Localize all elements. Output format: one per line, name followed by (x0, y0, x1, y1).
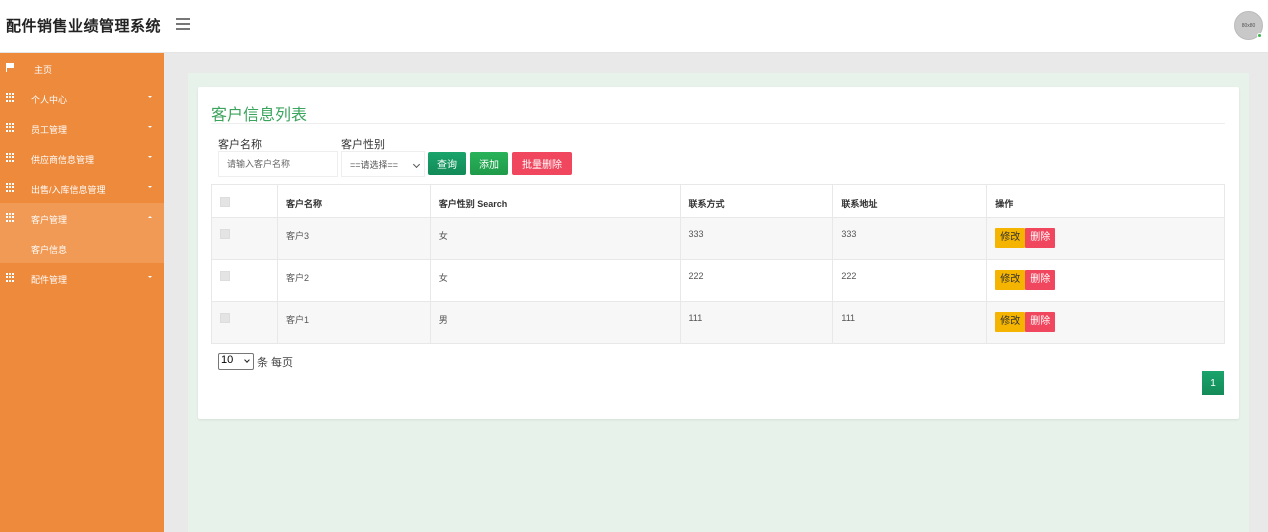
page-size-control: 10 条 每页 (218, 353, 293, 370)
caret-down-icon (148, 96, 152, 98)
row-select-cell (211, 259, 278, 302)
table-row: 客户1 男 111 111 修改 删除 (211, 301, 1225, 344)
cell-name: 客户1 (276, 301, 431, 344)
table-row: 客户3 女 333 333 修改 删除 (211, 217, 1225, 260)
select-all-cell (211, 184, 278, 218)
row-checkbox[interactable] (220, 229, 230, 239)
sidebar-item-employees[interactable]: 员工管理 (0, 113, 164, 143)
hamburger-menu-icon[interactable] (176, 18, 190, 30)
delete-button[interactable]: 删除 (1025, 270, 1056, 290)
sidebar-item-label: 客户管理 (31, 215, 68, 225)
cell-actions: 修改 删除 (986, 217, 1225, 260)
delete-button[interactable]: 删除 (1025, 312, 1056, 332)
avatar-text: 80x80 (1241, 22, 1256, 29)
caret-down-icon (148, 156, 152, 158)
cell-address: 333 (832, 217, 988, 260)
grid-icon (6, 273, 15, 282)
sidebar-item-personal-center[interactable]: 个人中心 (0, 83, 164, 113)
sidebar-item-label: 供应商信息管理 (31, 155, 95, 165)
page-size-value: 10 (221, 354, 234, 366)
gender-select-value: ==请选择== (350, 159, 399, 170)
row-checkbox[interactable] (220, 313, 230, 323)
cell-phone: 111 (679, 301, 834, 344)
customer-list-panel: 客户信息列表 客户名称 客户性别 ==请选择== 查询 添加 批量删除 客户名称… (198, 87, 1239, 419)
sidebar-subitem-customer-info[interactable]: 客户信息 (0, 233, 164, 263)
customer-table: 客户名称 客户性别 Search 联系方式 联系地址 操作 客户3 女 333 … (211, 184, 1225, 344)
cell-actions: 修改 删除 (986, 301, 1225, 344)
cell-name: 客户2 (276, 259, 431, 302)
row-select-cell (211, 217, 278, 260)
grid-icon (6, 153, 15, 162)
cell-phone: 222 (679, 259, 834, 302)
cell-gender: 女 (429, 217, 681, 260)
grid-icon (6, 213, 15, 222)
column-header: 联系地址 (832, 184, 988, 218)
grid-icon (6, 183, 15, 192)
column-header[interactable]: 客户性别 Search (429, 184, 681, 218)
column-header: 联系方式 (679, 184, 834, 218)
sidebar-item-sales-stock[interactable]: 出售/入库信息管理 (0, 173, 164, 203)
sidebar-item-label: 出售/入库信息管理 (31, 185, 106, 195)
grid-icon (6, 123, 15, 132)
row-checkbox[interactable] (220, 271, 230, 281)
edit-button[interactable]: 修改 (995, 270, 1026, 290)
edit-button[interactable]: 修改 (995, 312, 1026, 332)
grid-icon (6, 93, 15, 102)
sidebar-item-home[interactable]: 主页 (0, 53, 164, 83)
caret-up-icon (148, 216, 152, 218)
edit-button[interactable]: 修改 (995, 228, 1026, 248)
online-status-icon (1257, 33, 1262, 38)
table-header-row: 客户名称 客户性别 Search 联系方式 联系地址 操作 (211, 184, 1225, 218)
title-divider (211, 123, 1225, 124)
delete-button[interactable]: 删除 (1025, 228, 1056, 248)
row-select-cell (211, 301, 278, 344)
customer-gender-select[interactable]: ==请选择== (341, 151, 425, 177)
batch-delete-button[interactable]: 批量删除 (512, 152, 572, 175)
sidebar-item-label: 员工管理 (31, 125, 68, 135)
select-all-checkbox[interactable] (220, 197, 230, 207)
page-size-select[interactable]: 10 (218, 353, 254, 370)
chevron-down-icon (412, 160, 421, 169)
page-size-suffix: 条 每页 (257, 356, 294, 369)
chevron-down-icon (244, 357, 250, 363)
caret-down-icon (148, 126, 152, 128)
sidebar-subitem-label: 客户信息 (31, 245, 68, 255)
avatar[interactable]: 80x80 (1234, 11, 1263, 40)
column-header: 客户名称 (276, 184, 431, 218)
sidebar-item-suppliers[interactable]: 供应商信息管理 (0, 143, 164, 173)
cell-gender: 女 (429, 259, 681, 302)
sidebar-item-customers[interactable]: 客户管理 (0, 203, 164, 233)
top-header: 配件销售业绩管理系统 80x80 (0, 0, 1268, 53)
customer-name-input[interactable] (218, 151, 338, 177)
caret-down-icon (148, 276, 152, 278)
app-title: 配件销售业绩管理系统 (6, 18, 162, 35)
sidebar-item-label: 个人中心 (31, 95, 68, 105)
sidebar: 主页 个人中心 员工管理 供应商信息管理 出售/入库信息管理 客户管理 客户信息… (0, 53, 164, 532)
search-button[interactable]: 查询 (428, 152, 466, 175)
table-row: 客户2 女 222 222 修改 删除 (211, 259, 1225, 302)
column-header: 操作 (986, 184, 1225, 218)
sidebar-item-label: 配件管理 (31, 275, 68, 285)
sidebar-item-parts[interactable]: 配件管理 (0, 263, 164, 293)
page-button-current[interactable]: 1 (1202, 371, 1224, 395)
cell-phone: 333 (679, 217, 834, 260)
page-title: 客户信息列表 (211, 107, 308, 124)
sidebar-item-label: 主页 (34, 65, 53, 75)
cell-actions: 修改 删除 (986, 259, 1225, 302)
cell-address: 222 (832, 259, 988, 302)
cell-gender: 男 (429, 301, 681, 344)
cell-address: 111 (832, 301, 988, 344)
add-button[interactable]: 添加 (470, 152, 508, 175)
caret-down-icon (148, 186, 152, 188)
flag-icon (6, 63, 15, 72)
cell-name: 客户3 (276, 217, 431, 260)
customer-gender-label: 客户性别 (341, 139, 385, 151)
customer-name-label: 客户名称 (218, 139, 262, 151)
